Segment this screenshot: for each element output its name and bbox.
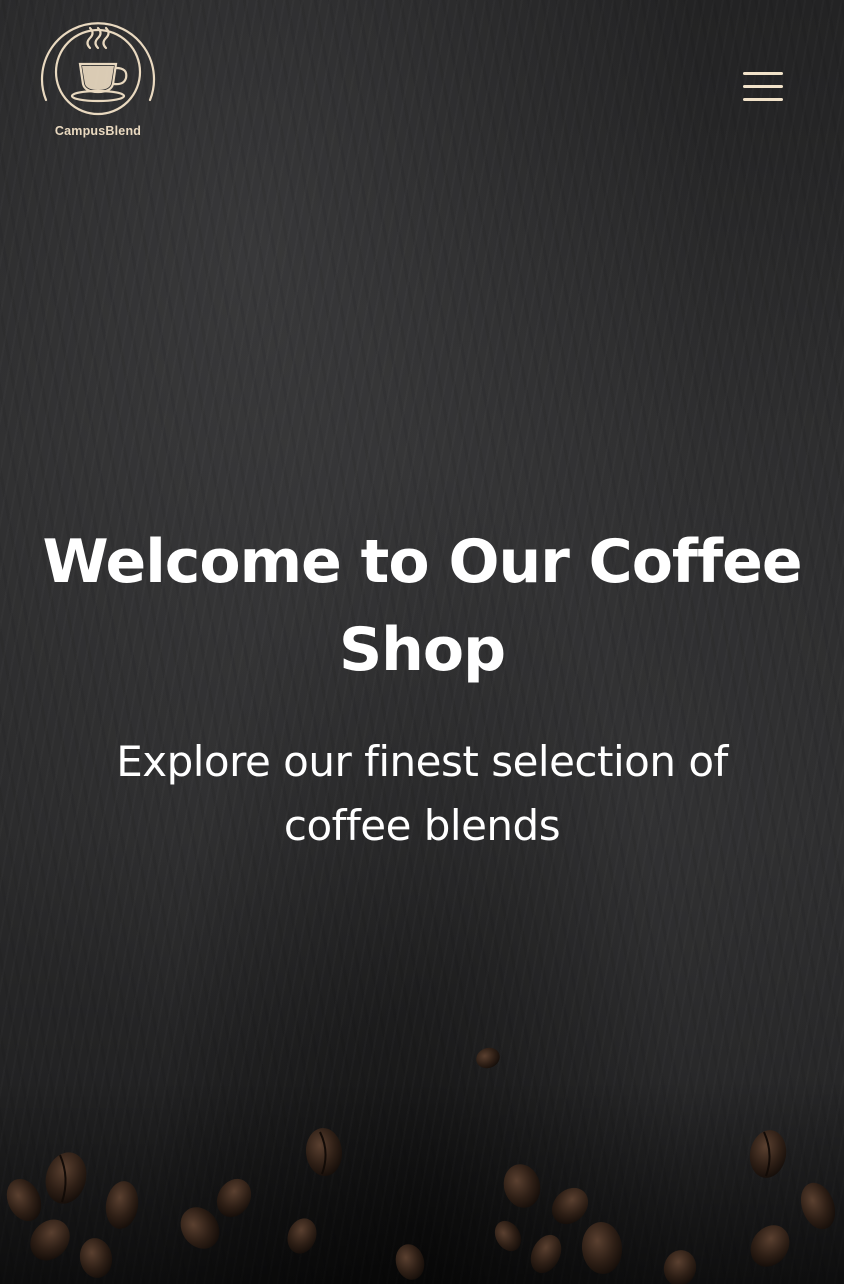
menu-bar-middle bbox=[743, 85, 783, 88]
hero-subtitle: Explore our finest selection of coffee b… bbox=[116, 737, 728, 850]
logo[interactable]: CampusBlend bbox=[36, 14, 162, 142]
logo-text: CampusBlend bbox=[54, 124, 142, 138]
coffee-cup-icon bbox=[40, 22, 156, 116]
hero-section: CampusBlend Welcome to Our Coffee Shop E… bbox=[0, 0, 844, 1284]
menu-bar-top bbox=[743, 72, 783, 75]
menu-bar-bottom bbox=[743, 98, 783, 101]
hero-title: Welcome to Our Coffee Shop bbox=[42, 527, 802, 685]
hamburger-menu-icon[interactable] bbox=[740, 70, 786, 106]
